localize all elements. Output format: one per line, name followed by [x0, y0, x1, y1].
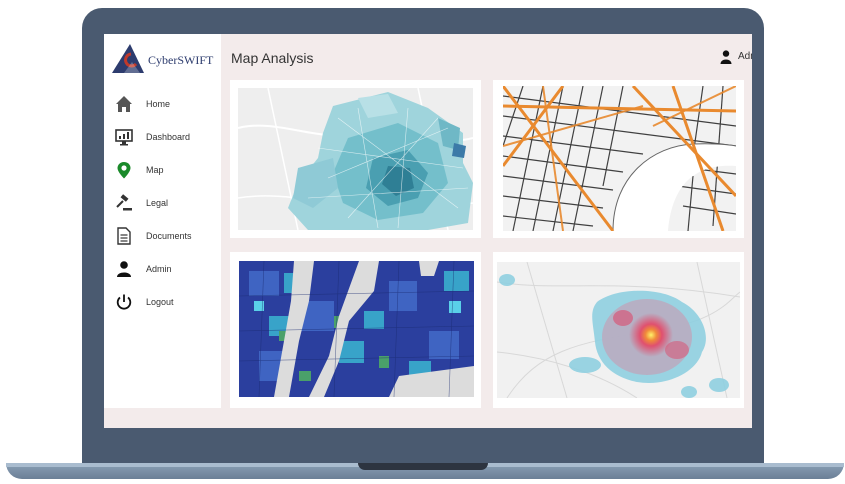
sidebar-item-label: Documents — [146, 231, 192, 241]
top-header: Map Analysis Admin — [221, 34, 752, 79]
sidebar-item-logout[interactable]: Logout — [104, 290, 221, 323]
sidebar-item-label: Legal — [146, 198, 169, 208]
footer-strip — [104, 408, 752, 428]
cyberswift-logo-icon — [112, 44, 144, 73]
sidebar-item-label: Logout — [146, 297, 174, 307]
laptop-notch — [358, 463, 488, 470]
power-icon — [116, 294, 132, 310]
sidebar-item-legal[interactable]: Legal — [104, 191, 221, 224]
sidebar-item-home[interactable]: Home — [104, 92, 221, 125]
document-icon — [117, 227, 131, 245]
sidebar-item-label: Map — [146, 165, 164, 175]
map-pin-icon — [117, 162, 131, 179]
map-tile-choropleth-blue[interactable] — [230, 252, 481, 408]
map-tile-heatmap[interactable] — [493, 252, 744, 408]
sidebar-nav: Home Dashboard Map Legal Documents Admin… — [104, 92, 221, 323]
sidebar-item-admin[interactable]: Admin — [104, 257, 221, 290]
choropleth-blue-map — [239, 261, 474, 397]
user-icon — [117, 261, 131, 277]
street-network-map — [503, 86, 736, 231]
gavel-icon — [116, 194, 132, 211]
choropleth-teal-map — [238, 88, 473, 230]
user-name: Admin — [738, 51, 752, 62]
dashboard-icon — [115, 129, 133, 146]
home-icon — [116, 96, 132, 112]
sidebar-item-label: Home — [146, 99, 171, 109]
sidebar: CyberSWIFT Home Dashboard Map Legal Docu… — [104, 34, 221, 408]
page-title: Map Analysis — [231, 50, 314, 66]
sidebar-item-documents[interactable]: Documents — [104, 224, 221, 257]
user-icon — [720, 50, 732, 64]
sidebar-item-map[interactable]: Map — [104, 158, 221, 191]
brand-logo[interactable]: CyberSWIFT — [110, 42, 218, 74]
brand-name: CyberSWIFT — [148, 53, 214, 67]
map-tile-street-network[interactable] — [493, 80, 744, 238]
map-tile-choropleth-teal[interactable] — [230, 80, 481, 238]
sidebar-item-label: Admin — [146, 264, 172, 274]
sidebar-item-label: Dashboard — [146, 132, 191, 142]
sidebar-item-dashboard[interactable]: Dashboard — [104, 125, 221, 158]
app-screen: CyberSWIFT Home Dashboard Map Legal Docu… — [104, 34, 752, 428]
heatmap-map — [497, 262, 740, 398]
